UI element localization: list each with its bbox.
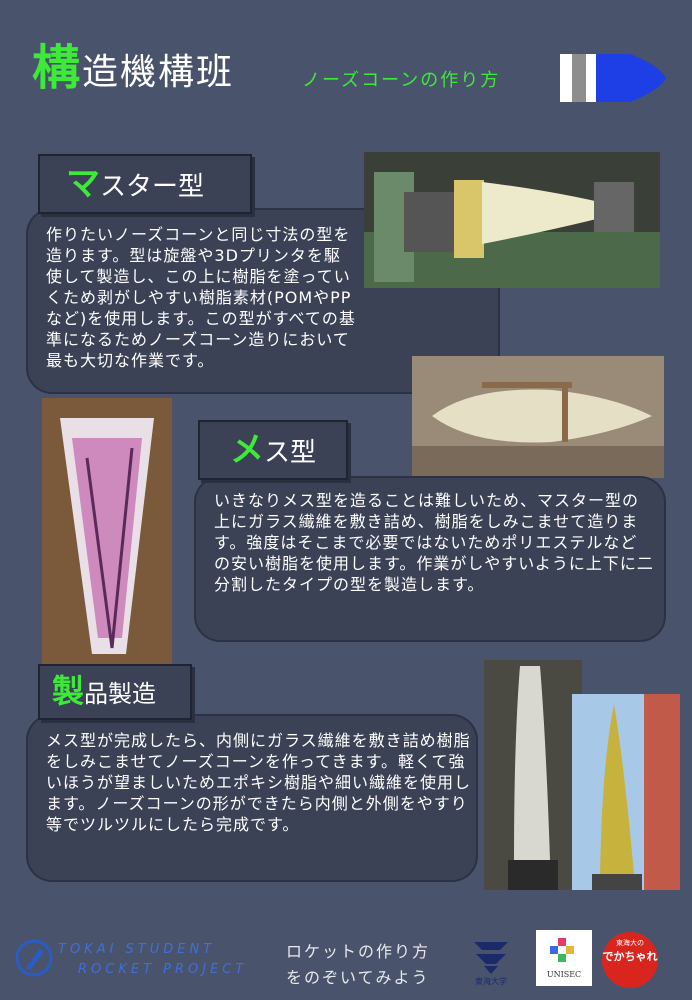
heading-rest: 品製造 [84,680,157,708]
tagline-line1: ロケットの作り方 [286,942,431,961]
unisec-mark-icon [550,938,574,962]
unisec-logo: UNISEC [536,930,592,986]
heading-rest: ス型 [264,438,317,468]
white-cone-photo [484,660,582,890]
page-title: 構造機構班 [32,36,234,105]
female-mold-text: いきなりメス型を造ることは難しいため、マスター型の上にガラス繊維を敷き詰め、樹脂… [214,491,654,594]
university-label: 東海大学 [475,977,507,986]
logo-line1: TOKAI STUDENT [58,942,216,957]
dekachare-logo: 東海大の でかちゃれ [602,932,658,988]
logo-line2: ROCKET PROJECT [78,962,248,977]
heading-accent: メ [230,430,264,470]
rocket-icon [560,54,666,102]
title-accent: 構 [32,40,83,96]
tokai-university-logo-icon [474,942,508,974]
heading-accent: 製 [52,672,85,710]
dekachare-small: 東海大の [616,939,644,947]
lathe-photo [364,152,660,288]
heading-rest: スター型 [100,172,205,202]
master-mold-text: 作りたいノーズコーンと同じ寸法の型を造ります。型は旋盤や3Dプリンタを駆使して製… [46,225,356,370]
page-subtitle: ノーズコーンの作り方 [302,70,501,91]
title-rest: 造機構班 [82,52,235,93]
female-mold-heading: メス型 [198,420,348,480]
finished-cone-photo [572,694,680,890]
unisec-label: UNISEC [546,970,582,979]
rocket-project-logo-icon [15,939,53,977]
mold-halves-photo [412,356,664,478]
dekachare-big: でかちゃれ [602,950,658,963]
product-heading: 製品製造 [38,664,192,720]
heading-accent: マ [66,164,100,204]
tagline-line2: をのぞいてみよう [286,968,430,987]
female-mold-photo [42,398,172,664]
master-mold-heading: マスター型 [38,154,252,214]
product-text: メス型が完成したら、内側にガラス繊維を敷き詰め樹脂をしみこませてノーズコーンを作… [46,731,472,834]
